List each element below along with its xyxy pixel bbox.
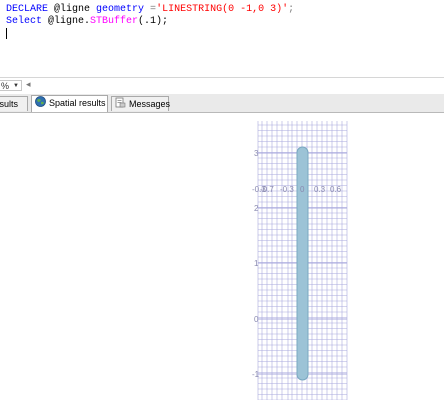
keyword-declare: DECLARE: [6, 4, 49, 15]
code-line-2: Select @ligne.STBuffer(.1);: [6, 16, 444, 28]
tab-messages-label: Messages: [129, 99, 171, 109]
text-caret: [6, 28, 7, 39]
operator-equals: =: [144, 4, 157, 15]
string-literal: 'LINESTRING(0 -1,0 3)': [156, 4, 289, 15]
y-tick-label: 2: [254, 204, 259, 213]
semicolon: ;: [288, 4, 295, 15]
keyword-select: Select: [6, 16, 43, 27]
globe-icon: [35, 96, 46, 111]
x-tick-label: 0.6: [330, 185, 342, 194]
scroll-left-icon[interactable]: ◂: [26, 79, 31, 90]
x-tick-label: -0.3: [280, 185, 294, 194]
x-tick-label-overlap: -0.3: [252, 185, 266, 194]
zoom-strip: % ▼ ◂: [0, 78, 444, 94]
variable-name: @ligne: [48, 4, 97, 15]
y-tick-label: -1: [252, 370, 260, 379]
y-tick-labels: 3 2 1 0 -1: [252, 149, 260, 379]
function-args: (.1);: [138, 16, 169, 27]
messages-icon: [115, 97, 126, 112]
tab-messages[interactable]: Messages: [111, 96, 171, 112]
type-geometry: geometry: [96, 4, 145, 15]
tab-spatial-results-label: Spatial results: [49, 98, 106, 108]
tab-results-label: Results: [0, 99, 19, 109]
results-tabbar: Results Spatial results Messages: [0, 94, 444, 113]
function-stbuffer: STBuffer: [90, 16, 139, 27]
x-tick-label: 0: [300, 185, 305, 194]
y-tick-label: 3: [254, 149, 259, 158]
variable-ref: @ligne.: [42, 16, 91, 27]
code-line-1: DECLARE @ligne geometry ='LINESTRING(0 -…: [6, 4, 444, 16]
tab-results[interactable]: Results: [0, 96, 28, 111]
buffer-geometry[interactable]: [296, 146, 309, 381]
tab-spatial-results[interactable]: Spatial results: [31, 95, 108, 112]
spatial-plot: -0.7 -0.3 0 0.3 0.6-0.3 3210-1: [252, 121, 348, 400]
dropdown-arrow-icon: ▼: [13, 83, 19, 89]
query-editor[interactable]: DECLARE @ligne geometry ='LINESTRING(0 -…: [0, 0, 444, 78]
y-tick-label: 0: [254, 315, 259, 324]
y-tick-label: 1: [254, 259, 259, 268]
x-tick-label: 0.3: [314, 185, 326, 194]
zoom-value: %: [1, 81, 10, 91]
spatial-results-pane[interactable]: -0.7 -0.3 0 0.3 0.6 -0.3 3 2 1 0 -1: [0, 113, 444, 400]
zoom-combobox[interactable]: % ▼: [0, 80, 22, 91]
